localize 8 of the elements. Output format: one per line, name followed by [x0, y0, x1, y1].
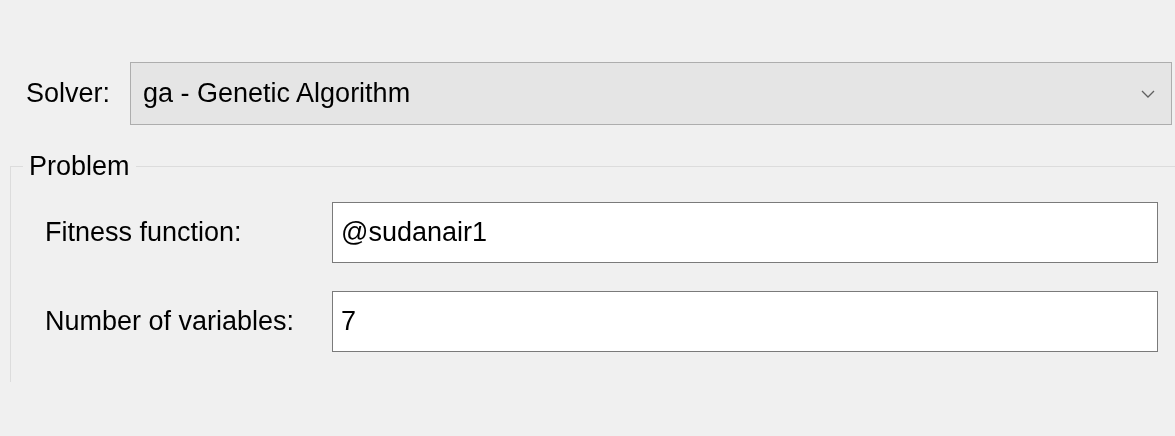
input-field[interactable]: @sudanair1 — [332, 202, 1158, 263]
solver-dropdown[interactable]: ga - Genetic Algorithm — [130, 62, 1172, 125]
input-field[interactable]: 7 — [332, 291, 1158, 352]
chevron-down-icon — [1141, 89, 1155, 98]
field-label: Fitness function: — [45, 217, 243, 248]
field-label: Number of variables: — [45, 306, 296, 337]
group-title: Problem — [28, 151, 131, 182]
solver-label: Solver: — [26, 78, 112, 109]
